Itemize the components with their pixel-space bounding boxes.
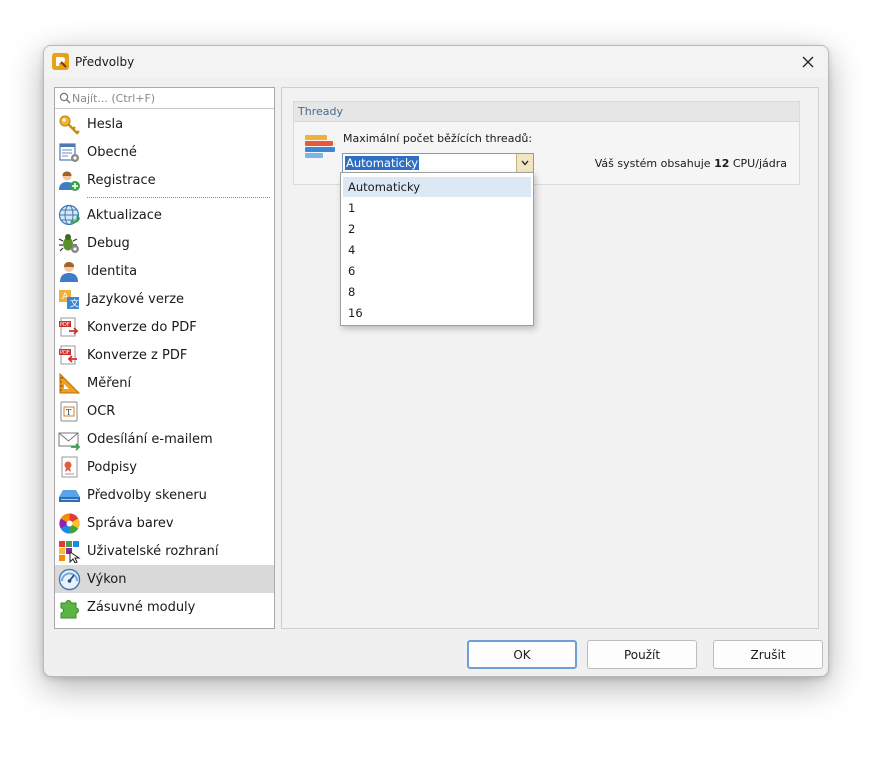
cpu-info-text: Váš systém obsahuje 12 CPU/jádra (595, 157, 787, 170)
category-list: Hesla Obecné Registrace Aktualizace Debu… (55, 110, 274, 621)
group-title: Thready (298, 105, 343, 118)
dropdown-option-1[interactable]: 1 (343, 198, 531, 218)
sidebar-item-aktualizace[interactable]: Aktualizace (55, 201, 274, 229)
email-icon (58, 432, 81, 451)
category-separator (55, 194, 274, 201)
max-threads-dropdown-list: Automaticky 1 2 4 6 8 16 (340, 172, 534, 326)
group-header: Thready (294, 102, 799, 122)
threads-icon (305, 135, 335, 158)
sidebar-item-debug[interactable]: Debug (55, 229, 274, 257)
dropdown-option-16[interactable]: 16 (343, 303, 531, 323)
max-threads-combobox[interactable]: Automaticky (342, 153, 534, 173)
sidebar-item-label: Měření (87, 376, 132, 391)
pdf-convert-to-icon: PDF (59, 317, 79, 337)
search-icon (59, 92, 71, 104)
combobox-arrow-button[interactable] (516, 154, 533, 172)
sidebar-item-label: Jazykové verze (87, 292, 185, 307)
scanner-icon (59, 490, 80, 502)
close-button[interactable] (788, 46, 828, 78)
title-bar: Předvolby (44, 46, 828, 78)
apply-button[interactable]: Použít (587, 640, 697, 669)
bug-icon (58, 234, 79, 253)
sidebar-item-label: Odesílání e-mailem (87, 432, 213, 447)
pdf-convert-from-icon: PDF (59, 345, 77, 365)
sidebar-item-uzivatelske-rozhrani[interactable]: Uživatelské rozhraní (55, 537, 274, 565)
sidebar-item-label: Registrace (87, 173, 156, 188)
globe-update-icon (58, 204, 80, 226)
svg-text:文: 文 (70, 298, 79, 310)
ocr-icon: T (60, 401, 78, 422)
max-threads-label: Maximální počet běžících threadů: (343, 132, 533, 145)
ruler-icon (59, 372, 81, 394)
sidebar-item-label: Podpisy (87, 460, 137, 475)
cpu-info-suffix: CPU/jádra (729, 157, 787, 170)
ok-button[interactable]: OK (467, 640, 577, 669)
key-icon (59, 115, 80, 135)
sidebar-item-predvolby-skeneru[interactable]: Předvolby skeneru (55, 481, 274, 509)
sidebar-item-identita[interactable]: Identita (55, 257, 274, 285)
search-box (55, 88, 274, 109)
sidebar-item-label: OCR (87, 404, 116, 419)
sidebar-item-konverze-do-pdf[interactable]: PDF Konverze do PDF (55, 313, 274, 341)
speedometer-icon (58, 568, 81, 591)
color-wheel-icon (59, 513, 80, 534)
sidebar-item-label: Výkon (87, 572, 127, 587)
dropdown-option-4[interactable]: 4 (343, 240, 531, 260)
person-icon (60, 262, 78, 282)
cpu-info-prefix: Váš systém obsahuje (594, 157, 715, 170)
sidebar-item-hesla[interactable]: Hesla (55, 110, 274, 138)
sidebar-item-registrace[interactable]: Registrace (55, 166, 274, 194)
sidebar-item-mereni[interactable]: Měření (55, 369, 274, 397)
sidebar-item-obecne[interactable]: Obecné (55, 138, 274, 166)
cancel-button[interactable]: Zrušit (713, 640, 823, 669)
sidebar-item-label: Zásuvné moduly (87, 600, 196, 615)
settings-category-panel: Hesla Obecné Regist (54, 87, 275, 629)
sidebar-item-ocr[interactable]: T OCR (55, 397, 274, 425)
sidebar-item-konverze-z-pdf[interactable]: PDF Konverze z PDF (55, 341, 274, 369)
svg-text:T: T (66, 408, 72, 417)
sidebar-item-vykon[interactable]: Výkon (55, 565, 274, 593)
sidebar-item-label: Konverze z PDF (87, 348, 188, 363)
dropdown-option-8[interactable]: 8 (343, 282, 531, 302)
signature-icon (61, 456, 78, 478)
svg-text:PDF: PDF (60, 322, 70, 328)
puzzle-icon (60, 600, 79, 619)
close-icon (802, 56, 814, 68)
sidebar-item-label: Debug (87, 236, 130, 251)
sidebar-item-odesilani-e-mailem[interactable]: Odesílání e-mailem (55, 425, 274, 453)
dropdown-option-2[interactable]: 2 (343, 219, 531, 239)
svg-text:PDF: PDF (60, 350, 70, 356)
sidebar-item-zasuvne-moduly[interactable]: Zásuvné moduly (55, 593, 274, 621)
sidebar-item-podpisy[interactable]: Podpisy (55, 453, 274, 481)
window-title: Předvolby (75, 55, 135, 69)
sidebar-item-jazykove-verze[interactable]: A 文 Jazykové verze (55, 285, 274, 313)
language-icon: A 文 (59, 290, 79, 310)
settings-content-panel: Thready Maximální počet běžících threadů… (281, 87, 819, 629)
sidebar-item-label: Identita (87, 264, 138, 279)
user-interface-icon (59, 541, 81, 563)
sidebar-item-label: Uživatelské rozhraní (87, 544, 219, 559)
dropdown-option-automaticky[interactable]: Automaticky (343, 177, 531, 197)
app-logo-icon (52, 53, 69, 70)
chevron-down-icon (521, 160, 529, 166)
sidebar-item-label: Obecné (87, 145, 137, 160)
sidebar-item-sprava-barev[interactable]: Správa barev (55, 509, 274, 537)
preferences-dialog: Předvolby Hesla (43, 45, 829, 677)
general-settings-icon (59, 143, 79, 162)
dropdown-option-6[interactable]: 6 (343, 261, 531, 281)
combobox-selected-value: Automaticky (345, 156, 420, 170)
sidebar-item-label: Konverze do PDF (87, 320, 197, 335)
sidebar-item-label: Předvolby skeneru (87, 488, 207, 503)
user-add-icon (59, 171, 80, 191)
cpu-count: 12 (714, 157, 730, 170)
sidebar-item-label: Aktualizace (87, 208, 162, 223)
sidebar-item-label: Správa barev (87, 516, 174, 531)
search-input[interactable] (72, 89, 268, 107)
sidebar-item-label: Hesla (87, 117, 124, 132)
